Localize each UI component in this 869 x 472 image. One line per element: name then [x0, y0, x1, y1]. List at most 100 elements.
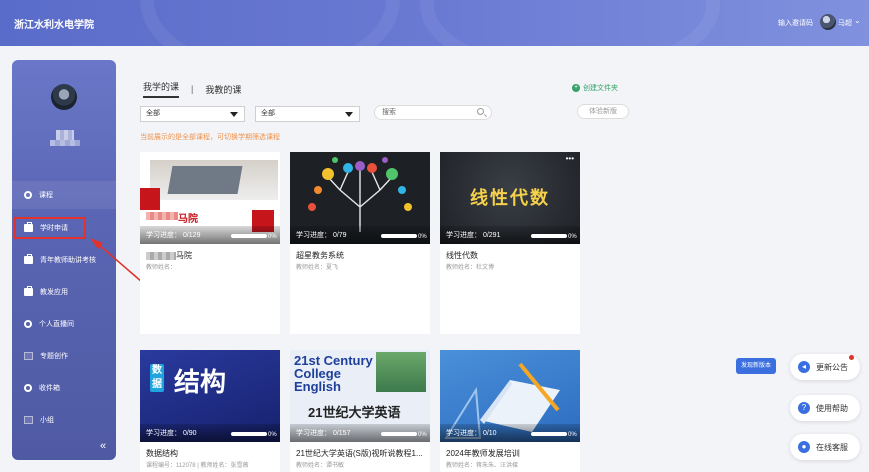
course-cover-text: 21st Century College English: [294, 353, 373, 394]
filter-hint: 当前展示的是全部课程，可切换学期筛选课程: [140, 134, 280, 141]
sidebar-item-label: 青年教师助讲考核: [40, 257, 96, 264]
online-service-label: 在线客服: [816, 442, 848, 452]
course-cover: 学习进度： 0/10 0%: [440, 350, 580, 442]
progress-percent: 0%: [418, 432, 427, 438]
course-cover-small: 数据: [150, 364, 164, 392]
course-teacher: 教师姓名：蒋朱朱、汪洪樑: [446, 463, 519, 469]
headset-icon: ●: [798, 441, 810, 453]
course-cover-text: 结构: [174, 367, 227, 397]
sidebar-item-young-teacher-assessment[interactable]: 青年教师助讲考核: [12, 246, 116, 274]
briefcase-icon: [24, 254, 33, 264]
semester-select[interactable]: 全部: [140, 106, 245, 122]
new-version-button[interactable]: 发现新版本: [736, 358, 776, 374]
sidebar-item-course[interactable]: 课程: [12, 181, 116, 209]
sidebar-item-topic-creation[interactable]: 专题创作: [12, 342, 116, 370]
progress-bar: [381, 432, 417, 436]
topic-icon: [24, 352, 33, 360]
create-folder-button[interactable]: + 创建文件夹: [572, 83, 618, 93]
sidebar-item-label: 课程: [39, 192, 53, 199]
category-select[interactable]: 全部: [255, 106, 360, 122]
course-cover-subtext: 21世纪大学英语: [308, 405, 401, 420]
school-logo[interactable]: 浙江水利水电学院: [14, 16, 94, 31]
course-progress: 学习进度： 0/79: [296, 232, 347, 239]
announcement-label: 更新公告: [816, 362, 848, 372]
caret-down-icon: [230, 112, 238, 117]
course-cover: 学习进度： 0/79 0%: [290, 152, 430, 244]
sidebar-item-inbox[interactable]: 收件箱: [12, 374, 116, 402]
progress-bar: [531, 234, 567, 238]
course-cover-text: 线性代数: [470, 188, 550, 208]
search-icon[interactable]: [477, 108, 484, 115]
course-card[interactable]: 数据 结构 学习进度： 0/90 0% 数据结构 课程编号：112078 | 教…: [140, 350, 280, 472]
annotation-arrow: [90, 238, 179, 314]
course-progress: 学习进度： 0/10: [446, 430, 497, 437]
username[interactable]: 马超: [838, 18, 852, 28]
progress-bar: [231, 234, 267, 238]
create-folder-label: 创建文件夹: [583, 85, 618, 92]
question-icon: ?: [798, 402, 810, 414]
course-title[interactable]: 数据结构: [146, 448, 178, 459]
inbox-icon: [24, 384, 32, 392]
course-icon: [24, 191, 32, 199]
sidebar: 课程 学时申请 青年教师助讲考核 教发应用 个人直播间 专题创作 收件箱 小组 …: [12, 60, 116, 460]
sidebar-item-teacher-dev-apps[interactable]: 教发应用: [12, 278, 116, 306]
more-icon[interactable]: •••: [566, 154, 574, 163]
progress-percent: 0%: [418, 234, 427, 240]
highlight-box: [14, 217, 86, 239]
help-button[interactable]: ? 使用帮助: [790, 395, 860, 421]
course-card[interactable]: ••• 线性代数 学习进度： 0/291 0% 线性代数 教师姓名：杜文博: [440, 152, 580, 334]
course-title[interactable]: 线性代数: [446, 250, 478, 261]
course-cover: 21st Century College English 21世纪大学英语 学习…: [290, 350, 430, 442]
top-bar: 浙江水利水电学院 输入邀请码 马超 ⌄: [0, 0, 869, 46]
course-progress: 学习进度： 0/157: [296, 430, 351, 437]
progress-percent: 0%: [268, 432, 277, 438]
plus-icon: +: [572, 84, 580, 92]
online-service-button[interactable]: ● 在线客服: [790, 434, 860, 460]
search-placeholder: 搜索: [382, 109, 396, 116]
course-card[interactable]: 21st Century College English 21世纪大学英语 学习…: [290, 350, 430, 472]
briefcase-icon: [24, 286, 33, 296]
sidebar-item-group[interactable]: 小组: [12, 406, 116, 434]
sidebar-item-label: 教发应用: [40, 289, 68, 296]
progress-bar: [531, 432, 567, 436]
course-title[interactable]: 2024年教师发展培训: [446, 448, 520, 459]
course-card[interactable]: 学习进度： 0/10 0% 2024年教师发展培训 教师姓名：蒋朱朱、汪洪樑: [440, 350, 580, 472]
sidebar-item-label: 小组: [40, 417, 54, 424]
course-teacher: 课程编号：112078 | 教师姓名：张雪薇: [146, 463, 249, 469]
course-title[interactable]: 马院: [146, 250, 192, 261]
notification-dot: [849, 355, 854, 360]
user-avatar[interactable]: [820, 14, 836, 30]
invite-code-link[interactable]: 输入邀请码: [778, 18, 813, 28]
sidebar-item-live-room[interactable]: 个人直播间: [12, 310, 116, 338]
course-cover: 马院 学习进度： 0/129 0%: [140, 152, 280, 244]
tab-teaching-courses[interactable]: 我教的课: [205, 83, 241, 96]
sidebar-item-label: 个人直播间: [39, 321, 74, 328]
live-icon: [24, 320, 32, 328]
course-cover: ••• 线性代数 学习进度： 0/291 0%: [440, 152, 580, 244]
course-progress: 学习进度： 0/291: [446, 232, 501, 239]
course-teacher: 教师姓名：: [146, 265, 177, 271]
search-input[interactable]: 搜索: [374, 105, 492, 120]
speaker-icon: ◂: [798, 361, 810, 373]
collapse-sidebar-button[interactable]: «: [100, 440, 106, 452]
course-card[interactable]: 学习进度： 0/79 0% 超星教务系统 教师姓名：夏飞: [290, 152, 430, 334]
sidebar-item-label: 专题创作: [40, 353, 68, 360]
course-card[interactable]: 马院 学习进度： 0/129 0% 马院 教师姓名：: [140, 152, 280, 334]
progress-percent: 0%: [568, 432, 577, 438]
group-icon: [24, 416, 33, 424]
chevron-down-icon[interactable]: ⌄: [854, 16, 861, 25]
tab-my-courses[interactable]: 我学的课: [143, 80, 180, 98]
progress-percent: 0%: [268, 234, 277, 240]
avatar[interactable]: [51, 84, 77, 110]
try-new-version-button[interactable]: 体验新版: [577, 104, 629, 119]
progress-bar: [231, 432, 267, 436]
caret-down-icon: [345, 112, 353, 117]
progress-bar: [381, 234, 417, 238]
tab-separator: |: [191, 84, 194, 94]
category-select-value: 全部: [261, 110, 275, 117]
course-title[interactable]: 21世纪大学英语(S版)视听说教程1...: [296, 448, 423, 459]
course-progress: 学习进度： 0/90: [146, 430, 197, 437]
course-title[interactable]: 超星教务系统: [296, 250, 344, 261]
course-teacher: 教师姓名：杜文博: [446, 265, 495, 271]
course-cover: 数据 结构 学习进度： 0/90 0%: [140, 350, 280, 442]
